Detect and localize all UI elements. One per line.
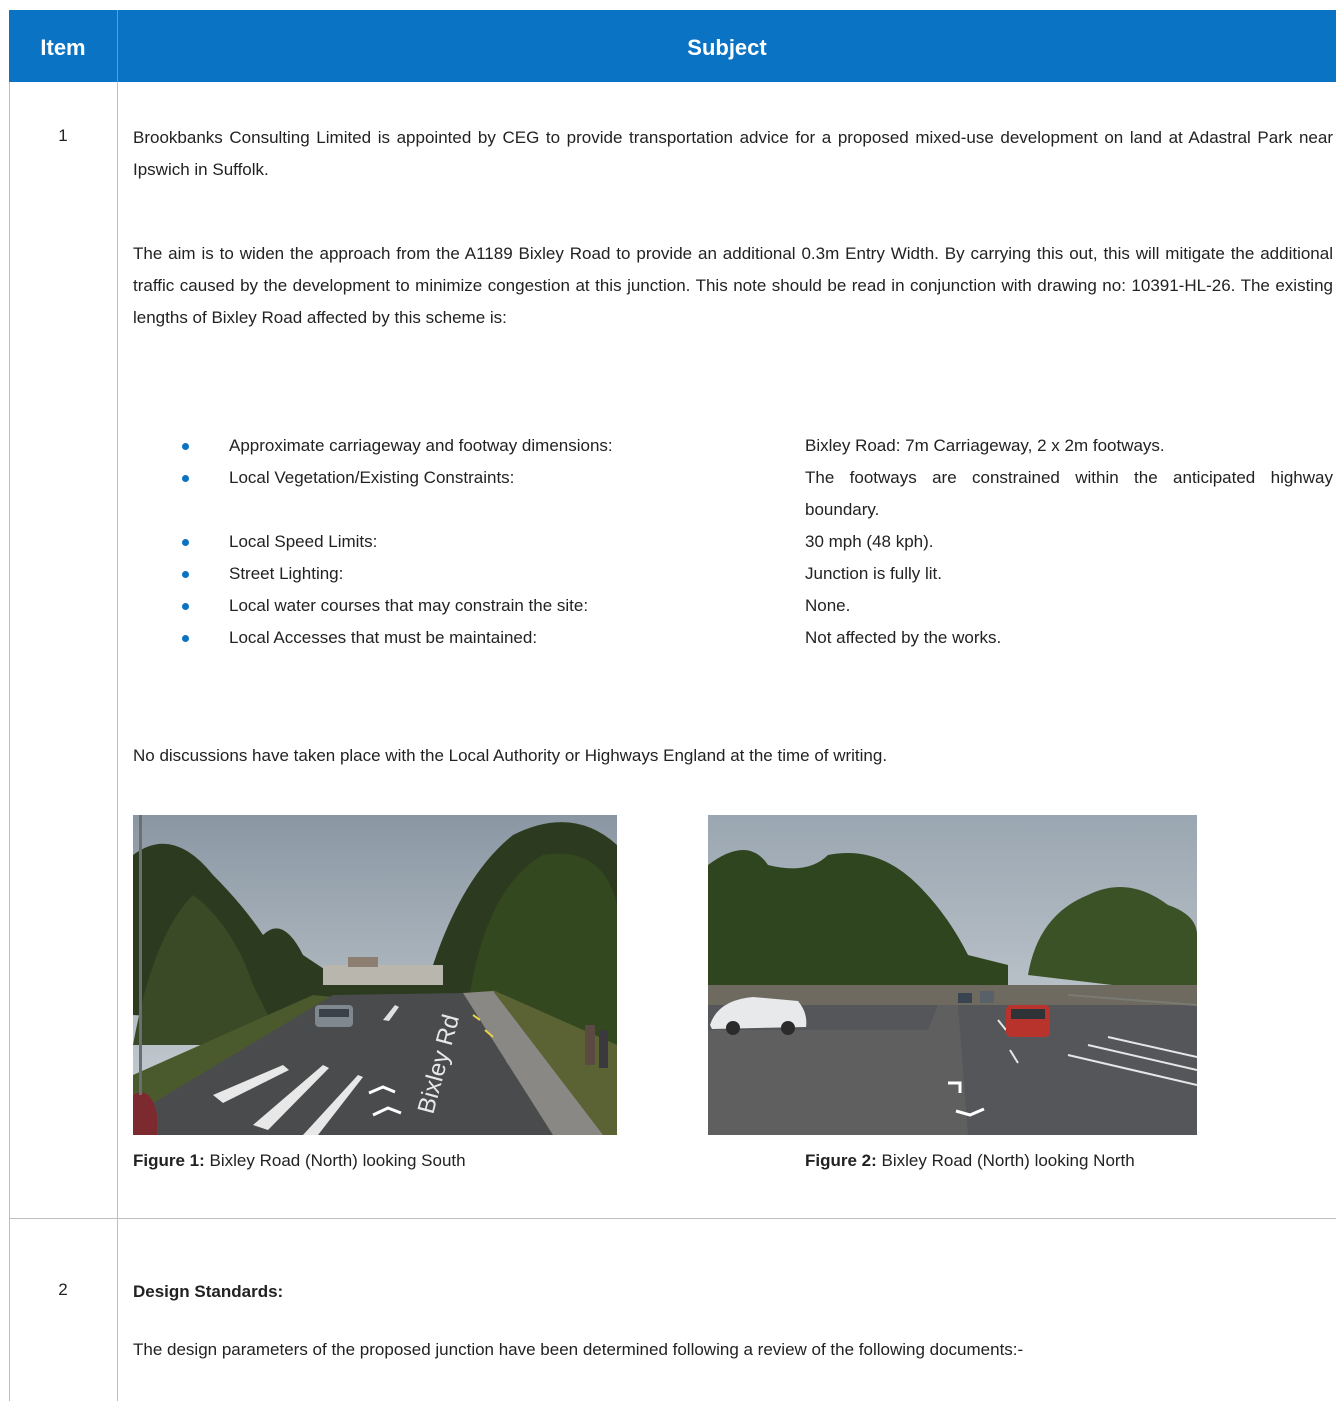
list-item: Local Vegetation/Existing Constraints: T… <box>133 462 1333 526</box>
item-number-2: 2 <box>58 1280 68 1299</box>
figure-2-photo <box>708 815 1197 1135</box>
list-item-value: The footways are constrained within the … <box>805 468 1333 519</box>
list-item-label: Local Vegetation/Existing Constraints: <box>229 468 515 487</box>
list-item-label: Street Lighting: <box>229 564 344 583</box>
list-item-label: Approximate carriageway and footway dime… <box>229 436 613 455</box>
bullet-icon <box>182 571 189 578</box>
item-number-1: 1 <box>58 126 68 145</box>
figure-2-label: Figure 2: <box>805 1151 877 1170</box>
bullet-icon <box>182 443 189 450</box>
row1-paragraph-aim: The aim is to widen the approach from th… <box>133 244 1333 327</box>
list-item: Local Accesses that must be maintained: … <box>133 622 1333 654</box>
bullet-icon <box>182 539 189 546</box>
bullet-icon <box>182 635 189 642</box>
list-item-value: Junction is fully lit. <box>805 564 942 583</box>
list-item-label: Local Speed Limits: <box>229 532 378 551</box>
column-divider <box>117 10 118 1401</box>
figure-1-photo: Bixley Rd <box>133 815 617 1135</box>
table-left-border <box>9 10 10 1401</box>
figure-1-caption: Figure 1: Bixley Road (North) looking So… <box>133 1151 466 1171</box>
list-item-value: Not affected by the works. <box>805 628 1002 647</box>
figure-2-caption-text: Bixley Road (North) looking North <box>876 1151 1135 1170</box>
document-page: Item Subject 1 Brookbanks Consulting Lim… <box>0 0 1336 1401</box>
row1-paragraph-intro: Brookbanks Consulting Limited is appoint… <box>133 128 1333 179</box>
bullet-icon <box>182 475 189 482</box>
list-item-label: Local water courses that may constrain t… <box>229 596 589 615</box>
figure-2-caption: Figure 2: Bixley Road (North) looking No… <box>805 1151 1135 1171</box>
list-item-value: None. <box>805 596 851 615</box>
list-item-value: 30 mph (48 kph). <box>805 532 934 551</box>
header-subject: Subject <box>687 35 767 60</box>
row-divider <box>9 1218 1336 1219</box>
figure-1-label: Figure 1: <box>133 1151 205 1170</box>
bullet-icon <box>182 603 189 610</box>
row2-paragraph: The design parameters of the proposed ju… <box>133 1340 1024 1359</box>
list-item: Local water courses that may constrain t… <box>133 590 1333 622</box>
header-item: Item <box>40 35 86 60</box>
list-item-label: Local Accesses that must be maintained: <box>229 628 538 647</box>
list-item-value: Bixley Road: 7m Carriageway, 2 x 2m foot… <box>805 436 1165 455</box>
row2-heading: Design Standards: <box>133 1282 284 1301</box>
row1-paragraph-discussions: No discussions have taken place with the… <box>133 746 888 765</box>
list-item: Street Lighting: Junction is fully lit. <box>133 558 1333 590</box>
list-item: Local Speed Limits: 30 mph (48 kph). <box>133 526 1333 558</box>
table-header: Item Subject <box>9 10 1336 82</box>
figure-1-caption-text: Bixley Road (North) looking South <box>204 1151 466 1170</box>
constraints-list: Approximate carriageway and footway dime… <box>133 430 1333 654</box>
list-item: Approximate carriageway and footway dime… <box>133 430 1333 462</box>
